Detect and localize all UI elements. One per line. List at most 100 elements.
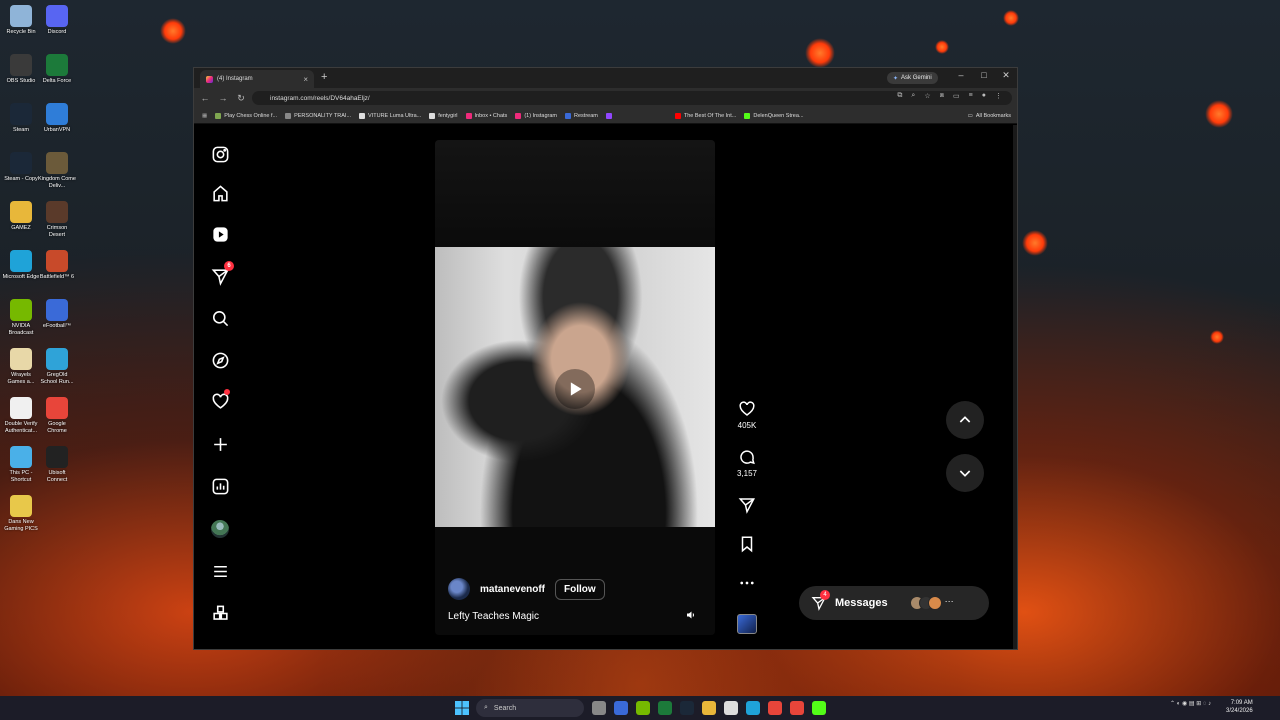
bookmark-item[interactable]: The Best Of The Int... — [674, 112, 736, 119]
desktop-icon[interactable]: Delta Force — [38, 54, 76, 85]
author-username[interactable]: matanevenoff — [480, 584, 545, 595]
also-from-meta-icon[interactable] — [208, 601, 232, 625]
comment-action[interactable]: 3,157 — [734, 448, 760, 478]
desktop-icon[interactable]: Ubisoft Connect — [38, 446, 76, 484]
file-explorer-icon[interactable] — [702, 701, 716, 715]
system-tray-icons[interactable]: ⌃ ◐ ◉ ▤ ⊞ ◌ ♪ — [1170, 700, 1211, 707]
back-icon[interactable]: ← — [196, 93, 214, 103]
desktop-icon[interactable]: GAMEZ — [2, 201, 40, 232]
zoom-icon[interactable]: ⌕ — [911, 92, 915, 100]
desktop-icon[interactable]: eFootball™ — [38, 299, 76, 330]
direct-messages-icon[interactable]: 6 — [208, 261, 234, 288]
windows-start-icon[interactable] — [455, 701, 469, 715]
create-plus-icon[interactable] — [208, 432, 232, 456]
extensions-icon[interactable]: ⧈ — [940, 92, 944, 100]
author-avatar[interactable] — [448, 578, 470, 600]
desktop-icon[interactable]: NVIDIA Broadcast — [2, 299, 40, 337]
menu-icon[interactable]: ⋮ — [995, 92, 1002, 100]
play-icon — [570, 382, 582, 396]
desktop-icon[interactable]: Kingdom Come Deliv... — [38, 152, 76, 190]
audio-action[interactable] — [734, 614, 760, 634]
bookmark-item[interactable]: Inbox • Chats — [465, 112, 507, 119]
install-app-icon[interactable]: ⧉ — [897, 92, 902, 100]
desktop-icon[interactable]: Discord — [38, 5, 76, 36]
more-options-action[interactable] — [734, 574, 760, 592]
steam-icon[interactable] — [680, 701, 694, 715]
more-menu-icon[interactable] — [208, 559, 232, 583]
dashboard-chart-icon[interactable] — [208, 474, 232, 498]
page-scrollbar[interactable] — [1013, 125, 1017, 649]
maximize-icon[interactable]: □ — [973, 70, 995, 80]
forward-icon[interactable]: → — [214, 93, 232, 103]
settings-gear-icon[interactable] — [614, 701, 628, 715]
close-window-icon[interactable]: ✕ — [995, 70, 1017, 81]
desktop-icon[interactable]: Recycle Bin — [2, 5, 40, 36]
close-tab-icon[interactable]: × — [303, 75, 308, 84]
bookmark-item[interactable] — [605, 112, 615, 119]
save-action[interactable] — [734, 535, 760, 553]
chrome-icon[interactable] — [768, 701, 782, 715]
profile-icon[interactable]: ● — [982, 92, 986, 100]
desktop-icon[interactable]: Double Verify Authenticat... — [2, 397, 40, 435]
ask-gemini-button[interactable]: ✦ Ask Gemini — [887, 72, 938, 84]
kick-icon[interactable] — [812, 701, 826, 715]
edge-icon[interactable] — [746, 701, 760, 715]
explore-icon[interactable] — [208, 348, 232, 372]
nvidia-icon[interactable] — [636, 701, 650, 715]
bookmark-star-icon[interactable]: ☆ — [924, 92, 930, 100]
instagram-favicon-icon — [206, 75, 213, 83]
follow-button[interactable]: Follow — [555, 578, 605, 600]
play-button[interactable] — [555, 369, 595, 409]
bookmark-item[interactable]: VITURE Luma Ultra... — [359, 112, 421, 119]
desktop-icon[interactable]: Steam - Copy — [2, 152, 40, 183]
desktop-icon[interactable]: Dans New Gaming PICS — [2, 495, 40, 533]
profile-avatar[interactable] — [208, 517, 232, 541]
search-icon[interactable] — [208, 306, 232, 330]
desktop-icon[interactable]: Crimson Desert — [38, 201, 76, 239]
volume-icon[interactable] — [685, 609, 697, 621]
desktop-icon[interactable]: OBS Studio — [2, 54, 40, 85]
chrome-active-icon[interactable] — [790, 701, 804, 715]
next-reel-button[interactable] — [946, 454, 984, 492]
bookmark-item[interactable]: Restream — [565, 112, 598, 119]
sidepanel-icon[interactable]: ▭ — [953, 92, 960, 100]
taskbar-search[interactable]: ⌕ Search — [476, 699, 584, 717]
reel-caption[interactable]: Lefty Teaches Magic — [448, 611, 539, 622]
desktop-icon[interactable]: This PC - Shortcut — [2, 446, 40, 484]
notifications-heart-icon[interactable] — [208, 389, 232, 413]
desktop-icon[interactable]: Steam — [2, 103, 40, 134]
desktop-icon[interactable]: Microsoft Edge — [2, 250, 40, 281]
desktop-icon[interactable]: Battlefield™ 6 — [38, 250, 76, 281]
reel-video-frame[interactable] — [435, 247, 715, 527]
bookmark-item[interactable]: fentygirl — [429, 112, 458, 119]
desktop-icon[interactable]: Wrayels Games a... — [2, 348, 40, 386]
clock[interactable]: 7:09 AM 3/24/2026 — [1226, 699, 1253, 715]
desktop-icon-label: Kingdom Come Deliv... — [38, 176, 76, 189]
reload-icon[interactable]: ↻ — [232, 93, 250, 104]
bookmark-item[interactable]: (1) Instagram — [515, 112, 557, 119]
previous-reel-button[interactable] — [946, 401, 984, 439]
instagram-logo-icon[interactable] — [208, 142, 232, 166]
task-view-icon[interactable] — [592, 701, 606, 715]
minimize-icon[interactable]: – — [950, 70, 972, 80]
bookmark-item[interactable]: Play Chess Online f... — [215, 112, 277, 119]
reels-icon[interactable] — [208, 222, 232, 246]
desktop-icon[interactable]: GregOld School Run... — [38, 348, 76, 386]
bookmark-item[interactable]: DelenQueen Strea... — [744, 112, 804, 119]
reel-player[interactable]: matanevenoff Follow Lefty Teaches Magic — [435, 140, 715, 635]
bookmark-item[interactable]: PERSONALITY TRAI... — [285, 112, 351, 119]
messages-pill[interactable]: 4 Messages ··· — [799, 586, 989, 620]
desktop-icon[interactable]: UrbanVPN — [38, 103, 76, 134]
tab-instagram[interactable]: (4) Instagram × — [200, 70, 314, 88]
home-icon[interactable] — [208, 181, 232, 205]
notepad-icon[interactable] — [724, 701, 738, 715]
new-tab-button[interactable]: + — [321, 71, 327, 83]
all-bookmarks[interactable]: ▭ All Bookmarks — [968, 113, 1011, 119]
desktop-icon[interactable]: Google Chrome — [38, 397, 76, 435]
url-bar[interactable]: instagram.com/reels/DV64ahaEljz/ ⧉ ⌕ ☆ ⧈… — [252, 91, 1012, 105]
share-action[interactable] — [734, 496, 760, 514]
like-action[interactable]: 405K — [734, 400, 760, 430]
media-icon[interactable]: ≡ — [969, 92, 973, 100]
ember — [1205, 100, 1233, 128]
xbox-icon[interactable] — [658, 701, 672, 715]
